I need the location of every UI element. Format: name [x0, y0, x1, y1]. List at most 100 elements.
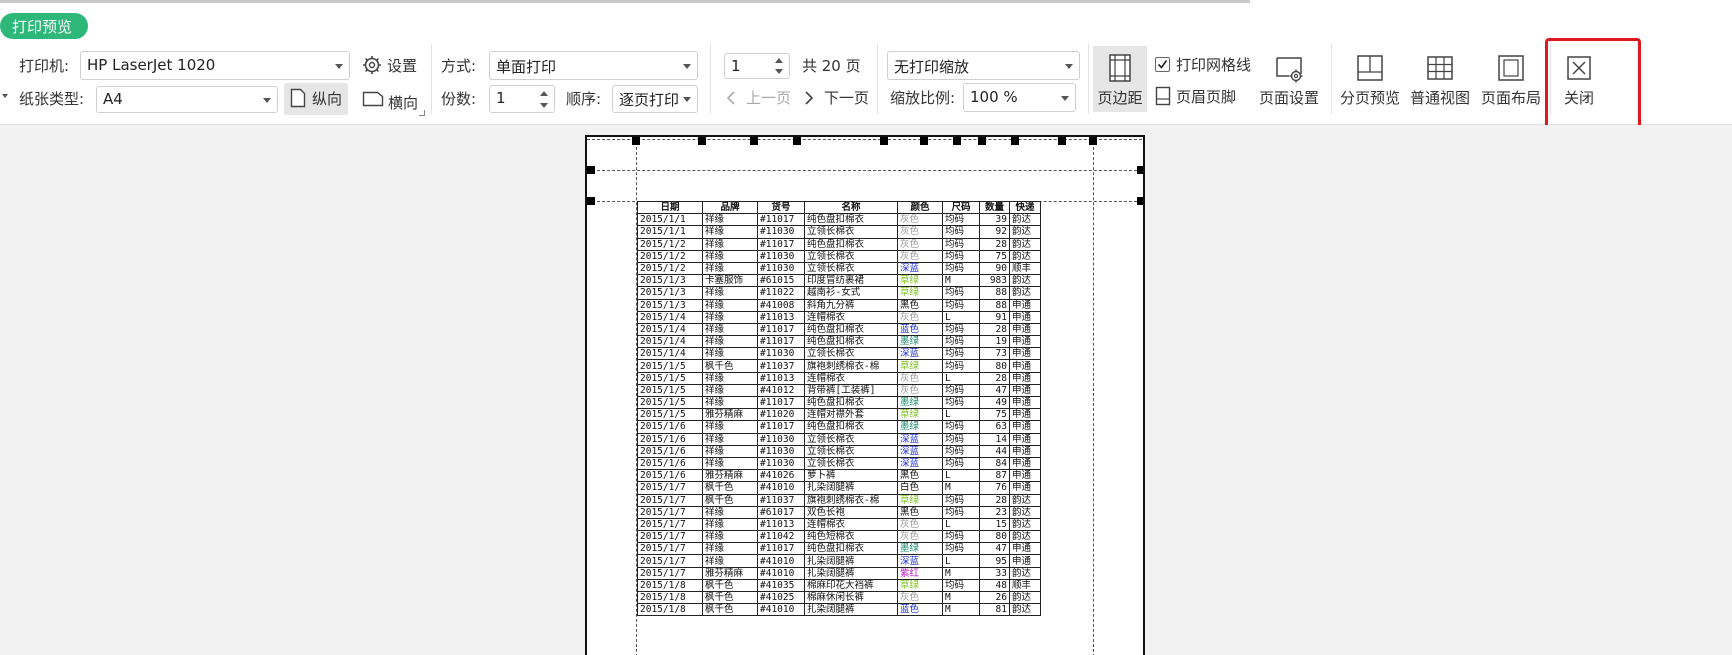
landscape-button[interactable]: 横向: [360, 86, 422, 114]
paper-type-select[interactable]: A4: [96, 86, 278, 113]
printer-select[interactable]: HP LaserJet 1020: [80, 51, 350, 80]
table-cell: 63: [979, 420, 1010, 434]
table-cell: #11030: [757, 261, 805, 276]
printer-select-value: HP LaserJet 1020: [87, 56, 216, 74]
expand-corner-icon[interactable]: [419, 110, 425, 116]
margin-handle[interactable]: [1137, 166, 1143, 174]
table-cell: 申通: [1009, 420, 1041, 434]
header-footer-button[interactable]: 页眉页脚: [1153, 85, 1249, 109]
column-handle[interactable]: [1058, 137, 1066, 145]
table-cell: 73: [979, 347, 1010, 361]
margin-handle[interactable]: [632, 137, 640, 145]
table-cell: 祥缘: [702, 298, 758, 312]
table-cell: L: [942, 408, 980, 422]
table-cell: 雅芬精麻: [702, 469, 758, 483]
table-cell: 2015/1/6: [637, 420, 703, 434]
checkbox-box[interactable]: [1155, 57, 1170, 72]
table-cell: 95: [979, 554, 1010, 568]
table-row: 2015/1/7 祥缘 #11013 连帽棉衣 灰色 L 15 韵达: [637, 517, 1041, 532]
column-handle[interactable]: [1011, 137, 1019, 145]
printer-settings-button[interactable]: 设置: [362, 54, 420, 78]
table-cell: 49: [979, 395, 1010, 410]
print-preview-tab-label: 打印预览: [12, 18, 73, 36]
column-handle[interactable]: [978, 137, 986, 145]
page-layout-label: 页面布局: [1480, 89, 1541, 107]
table-cell: 23: [979, 505, 1010, 519]
column-handle[interactable]: [953, 137, 961, 145]
header-margin-line: [587, 170, 1143, 171]
table-header-row: 日期 品牌 货号 名称 颜色 尺码 数量 快递: [637, 200, 1041, 215]
table-cell: 祥缘: [702, 225, 758, 239]
table-cell: 祥缘: [702, 517, 758, 532]
chevron-down-icon: [335, 64, 343, 69]
spin-up-icon[interactable]: [775, 58, 783, 63]
table-cell: 扎染阔腿裤: [804, 603, 898, 617]
spin-down-icon[interactable]: [775, 69, 783, 74]
table-cell: 灰色: [897, 249, 943, 263]
spin-down-icon[interactable]: [540, 103, 548, 108]
column-header: 尺码: [942, 200, 980, 215]
margin-handle[interactable]: [1089, 137, 1097, 145]
margin-handle[interactable]: [587, 166, 595, 174]
table-cell: 2015/1/2: [637, 261, 703, 276]
table-cell: 棉麻休闲长裤: [804, 590, 898, 605]
page-layout-button[interactable]: 页面布局: [1477, 46, 1545, 112]
portrait-label: 纵向: [312, 90, 343, 108]
copies-stepper[interactable]: 1: [489, 85, 555, 113]
table-cell: 2015/1/8: [637, 603, 703, 617]
table-cell: 均码: [942, 322, 980, 337]
column-handle[interactable]: [698, 137, 706, 145]
print-gridlines-checkbox[interactable]: 打印网格线: [1155, 55, 1255, 77]
table-cell: #11017: [757, 542, 805, 556]
normal-view-button[interactable]: 普通视图: [1406, 46, 1474, 112]
next-page-label: 下一页: [824, 89, 870, 107]
table-cell: 申通: [1009, 456, 1041, 471]
top-progress-line: [0, 0, 1250, 3]
next-page-button[interactable]: 下一页: [802, 85, 872, 111]
print-order-select[interactable]: 逐页打印: [612, 85, 698, 113]
table-cell: #41008: [757, 298, 805, 312]
print-mode-value: 单面打印: [496, 58, 557, 76]
table-cell: 申通: [1009, 347, 1041, 361]
page-break-preview-button[interactable]: 分页预览: [1336, 46, 1404, 112]
table-cell: 均码: [942, 286, 980, 300]
margin-handle[interactable]: [1137, 197, 1143, 205]
page-number-stepper[interactable]: 1: [724, 53, 790, 79]
table-cell: 韵达: [1009, 249, 1041, 263]
chevron-down-icon: [683, 97, 691, 102]
page-setup-button[interactable]: 页面设置: [1254, 46, 1324, 112]
table-row: 2015/1/6 祥缘 #11030 立领长棉衣 深蓝 均码 84 申通: [637, 456, 1041, 471]
paper-type-label: 纸张类型:: [19, 90, 85, 108]
portrait-button[interactable]: 纵向: [284, 83, 348, 115]
table-cell: 均码: [942, 456, 980, 471]
scale-ratio-select[interactable]: 100 %: [963, 83, 1076, 112]
table-cell: 祥缘: [702, 237, 758, 251]
table-cell: #11030: [757, 347, 805, 361]
column-handle[interactable]: [880, 137, 888, 145]
table-cell: 韵达: [1009, 213, 1041, 227]
table-cell: 2015/1/5: [637, 383, 703, 398]
table-cell: 灰色: [897, 371, 943, 385]
margins-button[interactable]: 页边距: [1093, 46, 1147, 112]
scale-mode-select[interactable]: 无打印缩放: [887, 51, 1080, 80]
table-cell: #11030: [757, 456, 805, 471]
print-mode-select[interactable]: 单面打印: [489, 51, 698, 80]
table-cell: 均码: [942, 347, 980, 361]
margin-handle[interactable]: [587, 197, 595, 205]
table-cell: 2015/1/4: [637, 310, 703, 324]
table-cell: 灰色: [897, 225, 943, 239]
column-handle[interactable]: [920, 137, 928, 145]
column-handle[interactable]: [750, 137, 758, 145]
table-cell: L: [942, 469, 980, 483]
table-cell: 80: [979, 530, 1010, 544]
table-cell: 墨绿: [897, 542, 943, 556]
table-cell: 韵达: [1009, 517, 1041, 532]
table-cell: #41035: [757, 578, 805, 593]
spin-up-icon[interactable]: [540, 91, 548, 96]
table-cell: 草绿: [897, 578, 943, 593]
column-handle[interactable]: [793, 137, 801, 145]
print-preview-tab[interactable]: 打印预览: [0, 13, 88, 39]
table-cell: 扎染阔腿裤: [804, 481, 898, 495]
prev-page-button[interactable]: 上一页: [724, 85, 794, 111]
table-row: 2015/1/7 枫千色 #41010 扎染阔腿裤 白色 M 76 申通: [637, 481, 1041, 495]
